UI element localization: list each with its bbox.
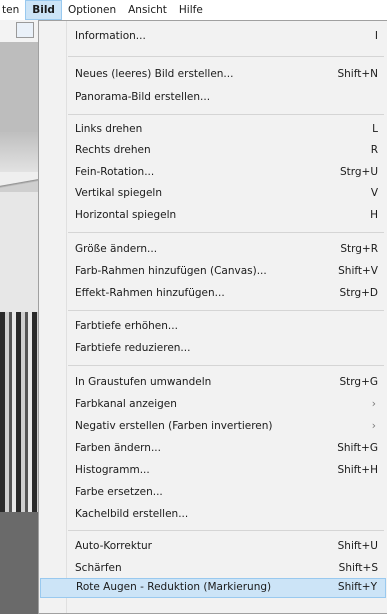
menu-optionen[interactable]: Optionen bbox=[62, 0, 122, 20]
menu-item-shortcut: H bbox=[370, 209, 378, 221]
menu-item-label: Auto-Korrektur bbox=[75, 540, 152, 552]
menu-item-label: Panorama-Bild erstellen... bbox=[75, 91, 211, 103]
menu-item-information[interactable]: Information... I bbox=[40, 27, 386, 45]
menu-item-replace-color[interactable]: Farbe ersetzen... bbox=[40, 483, 386, 501]
menu-item-red-eye-reduction[interactable]: Rote Augen - Reduktion (Markierung) Shif… bbox=[40, 578, 386, 598]
menu-item-label: Kachelbild erstellen... bbox=[75, 508, 189, 520]
menu-item-shortcut: R bbox=[370, 144, 378, 156]
bild-dropdown-menu: Information... I Neues (leeres) Bild ers… bbox=[38, 20, 387, 614]
menu-file-partial[interactable]: ten bbox=[0, 0, 25, 20]
menu-item-change-colors[interactable]: Farben ändern... Shift+G bbox=[40, 439, 386, 457]
menu-item-shortcut: Shift+N bbox=[337, 68, 378, 80]
menu-hilfe[interactable]: Hilfe bbox=[173, 0, 209, 20]
menu-item-shortcut: Shift+G bbox=[337, 442, 378, 454]
menu-item-label: Neues (leeres) Bild erstellen... bbox=[75, 68, 234, 80]
menu-item-rotate-left[interactable]: Links drehen L bbox=[40, 120, 386, 138]
menu-separator bbox=[68, 114, 384, 115]
menu-item-label: Horizontal spiegeln bbox=[75, 209, 177, 221]
menu-item-histogram[interactable]: Histogramm... Shift+H bbox=[40, 461, 386, 479]
photo-region-top bbox=[0, 42, 40, 132]
menu-item-flip-horizontal[interactable]: Horizontal spiegeln H bbox=[40, 206, 386, 224]
menu-item-sharpen[interactable]: Schärfen Shift+S bbox=[40, 559, 386, 577]
menu-item-label: Farbkanal anzeigen bbox=[75, 398, 177, 410]
menu-ansicht[interactable]: Ansicht bbox=[122, 0, 173, 20]
menu-item-shortcut: Shift+U bbox=[337, 540, 378, 552]
photo-region-sky bbox=[0, 132, 40, 172]
menu-item-shortcut: Shift+S bbox=[338, 562, 378, 574]
menu-separator bbox=[68, 232, 384, 233]
menu-item-shortcut: Strg+D bbox=[339, 287, 378, 299]
menu-item-shortcut: Strg+U bbox=[339, 166, 378, 178]
menu-item-resize[interactable]: Größe ändern... Strg+R bbox=[40, 240, 386, 258]
menu-item-color-frame[interactable]: Farb-Rahmen hinzufügen (Canvas)... Shift… bbox=[40, 262, 386, 280]
menu-item-label: Farben ändern... bbox=[75, 442, 161, 454]
save-icon[interactable] bbox=[16, 22, 34, 38]
menu-item-increase-color-depth[interactable]: Farbtiefe erhöhen... bbox=[40, 317, 386, 335]
menu-item-label: Rechts drehen bbox=[75, 144, 151, 156]
image-canvas-area bbox=[0, 20, 40, 614]
menu-item-label: Fein-Rotation... bbox=[75, 166, 155, 178]
menu-item-effect-frame[interactable]: Effekt-Rahmen hinzufügen... Strg+D bbox=[40, 284, 386, 302]
menu-item-label: Farb-Rahmen hinzufügen (Canvas)... bbox=[75, 265, 267, 277]
photo-region-roof bbox=[0, 172, 40, 192]
menu-item-label: Vertikal spiegeln bbox=[75, 187, 162, 199]
photo-region-columns bbox=[0, 312, 40, 512]
menu-item-shortcut: L bbox=[372, 123, 378, 135]
menu-item-label: Farbe ersetzen... bbox=[75, 486, 163, 498]
menu-item-label: Links drehen bbox=[75, 123, 143, 135]
menu-item-shortcut: Strg+R bbox=[340, 243, 378, 255]
menu-item-shortcut: I bbox=[374, 30, 378, 42]
menu-separator bbox=[68, 365, 384, 366]
menu-item-label: Farbtiefe erhöhen... bbox=[75, 320, 178, 332]
menu-item-shortcut: Shift+Y bbox=[337, 581, 377, 593]
menu-item-rotate-right[interactable]: Rechts drehen R bbox=[40, 141, 386, 159]
menu-item-new-image[interactable]: Neues (leeres) Bild erstellen... Shift+N bbox=[40, 65, 386, 83]
menu-item-tile-image[interactable]: Kachelbild erstellen... bbox=[40, 505, 386, 523]
menu-item-show-channel[interactable]: Farbkanal anzeigen › bbox=[40, 395, 386, 413]
menu-item-auto-correction[interactable]: Auto-Korrektur Shift+U bbox=[40, 537, 386, 555]
menu-separator bbox=[68, 56, 384, 57]
menu-item-label: Histogramm... bbox=[75, 464, 150, 476]
menu-item-label: Schärfen bbox=[75, 562, 122, 574]
menu-separator bbox=[68, 310, 384, 311]
menu-item-fine-rotation[interactable]: Fein-Rotation... Strg+U bbox=[40, 163, 386, 181]
menu-item-shortcut: Strg+G bbox=[339, 376, 378, 388]
photo-region-building bbox=[0, 192, 40, 312]
menubar: ten Bild Optionen Ansicht Hilfe bbox=[0, 0, 387, 20]
menu-item-label: Effekt-Rahmen hinzufügen... bbox=[75, 287, 225, 299]
menu-item-negative[interactable]: Negativ erstellen (Farben invertieren) › bbox=[40, 417, 386, 435]
menu-item-shortcut: Shift+V bbox=[338, 265, 378, 277]
menu-item-label: Information... bbox=[75, 30, 146, 42]
menu-item-shortcut: V bbox=[370, 187, 378, 199]
menu-item-shortcut: Shift+H bbox=[337, 464, 378, 476]
menu-separator bbox=[68, 530, 384, 531]
photo-region-ground bbox=[0, 512, 40, 614]
menu-item-label: Rote Augen - Reduktion (Markierung) bbox=[76, 581, 272, 593]
menu-item-reduce-color-depth[interactable]: Farbtiefe reduzieren... bbox=[40, 339, 386, 357]
menu-item-label: Negativ erstellen (Farben invertieren) bbox=[75, 420, 273, 432]
menu-item-panorama[interactable]: Panorama-Bild erstellen... bbox=[40, 88, 386, 106]
menu-item-label: Größe ändern... bbox=[75, 243, 158, 255]
submenu-arrow-icon: › bbox=[371, 398, 376, 410]
menu-item-flip-vertical[interactable]: Vertikal spiegeln V bbox=[40, 184, 386, 202]
menu-bild[interactable]: Bild bbox=[25, 0, 62, 20]
menu-item-label: In Graustufen umwandeln bbox=[75, 376, 212, 388]
menu-item-grayscale[interactable]: In Graustufen umwandeln Strg+G bbox=[40, 373, 386, 391]
toolbar-strip bbox=[0, 20, 40, 42]
submenu-arrow-icon: › bbox=[371, 420, 376, 432]
menu-item-label: Farbtiefe reduzieren... bbox=[75, 342, 191, 354]
